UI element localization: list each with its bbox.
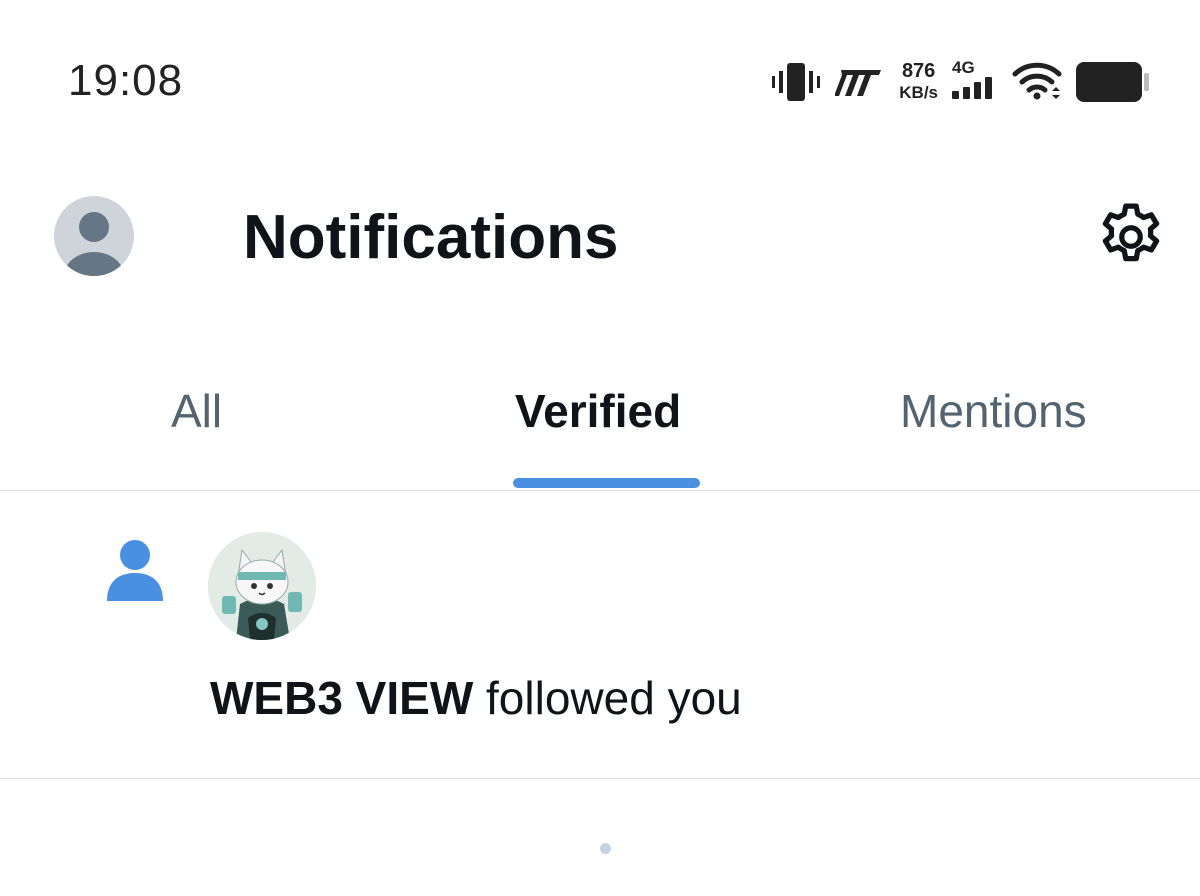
gear-icon[interactable] (1094, 200, 1168, 274)
notification-text: WEB3 VIEW followed you (210, 671, 742, 725)
page-header: Notifications (0, 150, 1200, 330)
status-icons: 876 KB/s 4G (771, 56, 1150, 108)
network-type-label: 4G (952, 57, 975, 77)
settings-button[interactable] (1094, 200, 1168, 274)
status-bar: 19:08 876 KB/s 4G (0, 0, 1200, 150)
network-type: 4G (952, 57, 998, 106)
status-time: 19:08 (68, 56, 184, 105)
tab-all[interactable]: All (171, 384, 222, 438)
page-title: Notifications (243, 203, 619, 272)
carrier-logo-icon (835, 66, 885, 98)
user-avatar[interactable] (208, 532, 316, 640)
tab-verified[interactable]: Verified (515, 384, 681, 438)
loading-indicator (600, 843, 611, 854)
notification-action: followed you (486, 672, 742, 724)
notification-tabs: All Verified Mentions (0, 340, 1200, 491)
active-tab-indicator (513, 478, 700, 488)
signal-icon (952, 76, 998, 106)
battery-icon (1076, 61, 1150, 103)
wifi-icon (1012, 61, 1062, 103)
vibrate-icon (771, 61, 821, 103)
tab-mentions[interactable]: Mentions (900, 384, 1087, 438)
notification-user-name[interactable]: WEB3 VIEW (210, 672, 473, 724)
avatar[interactable] (54, 196, 134, 276)
person-icon (105, 537, 165, 603)
network-speed: 876 KB/s (899, 61, 938, 103)
network-speed-value: 876 (901, 60, 936, 82)
notification-item[interactable]: WEB3 VIEW followed you (0, 491, 1200, 779)
network-speed-unit: KB/s (899, 83, 938, 102)
